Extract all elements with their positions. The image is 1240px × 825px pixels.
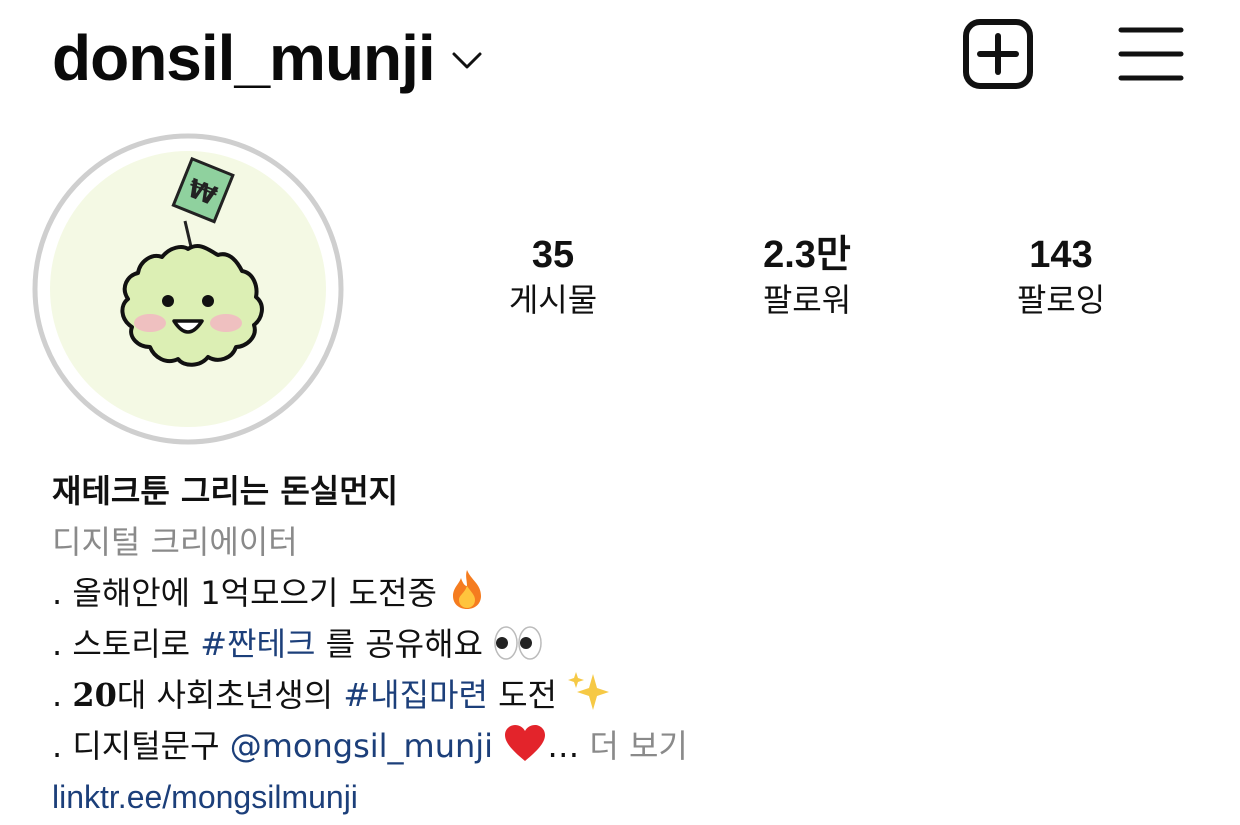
profile-category: 디지털 크리에이터 [52,523,298,561]
bio-line-2-prefix: . 스토리로 [52,625,201,663]
profile-name: 재테크툰 그리는 돈실먼지 [52,472,399,510]
following-label: 팔로잉 [1016,281,1106,319]
fire-icon [453,570,482,609]
create-post-button[interactable] [962,18,1034,90]
bio-ellipsis: … [547,727,590,765]
bio-line-4: . 디지털문구 @mongsil_munji … 더 보기 [52,721,1212,772]
bio-line-3: . 20대 사회초년생의 #내집마련 도전 [52,670,1212,721]
eyes-icon [494,626,542,660]
see-more-button[interactable]: 더 보기 [589,727,688,765]
plus-square-icon [963,19,1033,89]
posts-stat[interactable]: 35 게시물 [448,232,658,322]
bio-line-2: . 스토리로 #짠테크 를 공유해요 [52,619,1212,670]
followers-label: 팔로워 [762,281,852,319]
bio-line-1-text: . 올해안에 1억모으기 도전중 [52,574,437,612]
bio-line-3-suffix: 도전 [487,676,557,714]
account-switcher[interactable]: donsil_munji [52,18,483,98]
sparkles-icon [568,672,610,710]
bio-line-link: linktr.ee/mongsilmunji [52,772,1212,823]
hashtag-link-home[interactable]: #내집마련 [343,676,488,714]
profile-avatar[interactable]: ₩ [32,133,344,445]
following-stat[interactable]: 143 팔로잉 [956,232,1166,322]
external-link[interactable]: linktr.ee/mongsilmunji [52,779,358,815]
followers-count: 2.3만 [763,234,851,276]
menu-button[interactable] [1118,26,1184,82]
posts-label: 게시물 [508,281,598,319]
red-heart-icon [505,725,546,761]
profile-bio: 재테크툰 그리는 돈실먼지 디지털 크리에이터 . 올해안에 1억모으기 도전중… [52,466,1212,823]
bio-line-2-suffix: 를 공유해요 [315,625,483,663]
bio-line-4-prefix: . 디지털문구 [52,727,230,765]
chevron-down-icon[interactable] [451,51,483,71]
mention-link[interactable]: @mongsil_munji [230,727,493,765]
hamburger-menu-icon [1118,27,1184,81]
username[interactable]: donsil_munji [52,21,436,95]
bio-line-1: . 올해안에 1억모으기 도전중 [52,568,1212,619]
followers-stat[interactable]: 2.3만 팔로워 [702,232,912,322]
bio-line-3-mid: 대 사회초년생의 [116,676,344,714]
bio-line-3-number: 20 [72,676,117,714]
bio-line-3-prefix: . [52,676,73,714]
hashtag-link-jjantech[interactable]: #짠테크 [200,625,315,663]
following-count: 143 [1029,234,1093,276]
posts-count: 35 [531,234,575,276]
